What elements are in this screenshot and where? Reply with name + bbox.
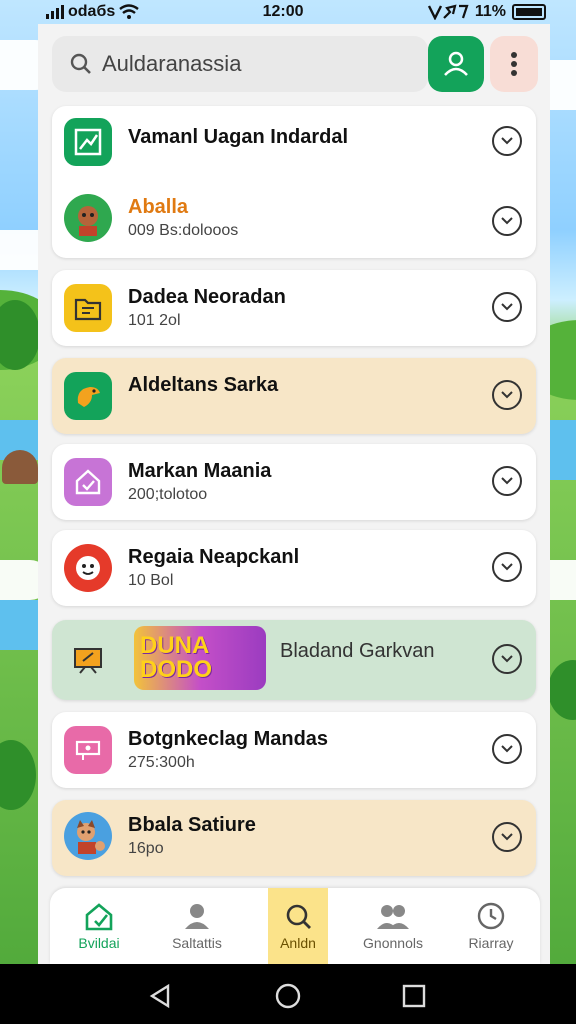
list-card: Dadea Neoradan 101 2ol <box>52 270 536 346</box>
chevron-down-icon[interactable] <box>492 734 522 764</box>
list-card: Regaia Neapckanl 10 Bol <box>52 530 536 606</box>
house-icon <box>64 458 112 506</box>
promo-banner[interactable]: DUNA DODO <box>134 626 266 690</box>
clock-time: 12:00 <box>262 3 304 20</box>
battery-percent: 11% <box>474 3 506 20</box>
item-title: Vamanl Uagan Indardal <box>128 126 349 148</box>
item-subtitle: 16po <box>128 840 164 857</box>
item-title: Bladand Garkvan <box>280 640 435 662</box>
chevron-down-icon[interactable] <box>492 466 522 496</box>
chevron-down-icon[interactable] <box>492 822 522 852</box>
search-input[interactable]: Auldaranassia <box>102 51 241 77</box>
list-item[interactable]: Vamanl Uagan Indardal <box>52 106 536 182</box>
item-subtitle: 200;tolotoo <box>128 486 208 503</box>
nav-riarray[interactable]: Riarray <box>442 888 540 964</box>
nav-anldn[interactable]: Anldn <box>268 888 328 964</box>
item-title: Markan Maania <box>128 460 272 482</box>
nav-label: Saltattis <box>172 935 222 951</box>
nav-home[interactable]: Bvildai <box>50 888 148 964</box>
face-icon <box>64 544 112 592</box>
list-item[interactable]: Botgnkeclag Mandas 275:300h <box>52 712 536 788</box>
chevron-down-icon[interactable] <box>492 206 522 236</box>
folder-icon <box>64 284 112 332</box>
nav-gnonnols[interactable]: Gnonnols <box>344 888 442 964</box>
home-icon <box>85 903 113 931</box>
user-icon <box>444 51 468 76</box>
nav-label: Gnonnols <box>363 935 423 951</box>
nav-saltattis[interactable]: Saltattis <box>148 888 246 964</box>
item-title: Botgnkeclag Mandas <box>128 728 329 750</box>
list-item[interactable]: Aldeltans Sarka <box>52 358 536 434</box>
chevron-down-icon[interactable] <box>492 380 522 410</box>
list-card: Botgnkeclag Mandas 275:300h <box>52 712 536 788</box>
battery-icon <box>511 4 546 20</box>
list-card: Markan Maania 200;tolotoo <box>52 444 536 520</box>
bird-icon <box>64 372 112 420</box>
list-item[interactable]: Dadea Neoradan 101 2ol <box>52 270 536 346</box>
person-icon <box>185 904 209 929</box>
search-icon <box>286 904 311 929</box>
item-title: Aballa <box>128 196 189 218</box>
status-bar: odaбs 12:00 11% <box>40 0 552 24</box>
group-icon <box>377 905 409 929</box>
signal-arrows-icon <box>427 4 469 20</box>
chevron-down-icon[interactable] <box>492 644 522 674</box>
easel-icon <box>64 636 112 684</box>
list-card: DUNA DODO Bladand Garkvan <box>52 620 536 700</box>
search-bar[interactable]: Auldaranassia <box>52 36 428 92</box>
list-item[interactable]: DUNA DODO Bladand Garkvan <box>52 620 536 700</box>
recents-icon[interactable] <box>400 982 428 1010</box>
wifi-icon <box>119 4 139 19</box>
list-card: Aldeltans Sarka <box>52 358 536 434</box>
chevron-down-icon[interactable] <box>492 126 522 156</box>
home-circle-icon[interactable] <box>274 982 302 1010</box>
item-title: Bbala Satiure <box>128 814 256 836</box>
list-card: Vamanl Uagan Indardal Aballa 009 Bs:dolo… <box>52 106 536 258</box>
more-options-button[interactable] <box>490 36 538 92</box>
chevron-down-icon[interactable] <box>492 292 522 322</box>
nav-label: Bvildai <box>78 935 120 951</box>
chevron-down-icon[interactable] <box>492 552 522 582</box>
item-title: Dadea Neoradan <box>128 286 286 308</box>
list-item[interactable]: Regaia Neapckanl 10 Bol <box>52 530 536 606</box>
item-title: Aldeltans Sarka <box>128 374 279 396</box>
item-subtitle: 009 Bs:dolooos <box>128 222 239 239</box>
list-card: Bbala Satiure 16po <box>52 800 536 876</box>
signal-icon <box>46 5 64 19</box>
profile-button[interactable] <box>428 36 484 92</box>
list-item[interactable]: Aballa 009 Bs:dolooos <box>52 182 536 258</box>
ticket-icon <box>64 726 112 774</box>
kid-avatar-icon <box>64 812 112 860</box>
bottom-navigation: Bvildai Saltattis Anldn Gnonnols Riarray <box>50 888 540 964</box>
app-panel: Auldaranassia Vamanl Uagan Indardal Abal… <box>38 24 550 964</box>
search-icon <box>70 53 91 74</box>
list-item[interactable]: Markan Maania 200;tolotoo <box>52 444 536 520</box>
avatar-icon <box>64 194 112 242</box>
carrier-name: odaбs <box>68 3 116 20</box>
item-subtitle: 275:300h <box>128 754 195 771</box>
nav-label: Riarray <box>468 935 514 951</box>
item-subtitle: 101 2ol <box>128 312 181 329</box>
item-title: Regaia Neapckanl <box>128 546 300 568</box>
more-vertical-icon <box>511 52 517 76</box>
item-subtitle: 10 Bol <box>128 572 174 589</box>
promo-banner-text: DUNA DODO <box>140 632 212 683</box>
clock-icon <box>477 902 505 930</box>
system-navigation-bar <box>0 964 576 1024</box>
back-icon[interactable] <box>146 982 174 1010</box>
list-item[interactable]: Bbala Satiure 16po <box>52 800 536 876</box>
nav-label: Anldn <box>280 935 316 951</box>
chart-icon <box>64 118 112 166</box>
